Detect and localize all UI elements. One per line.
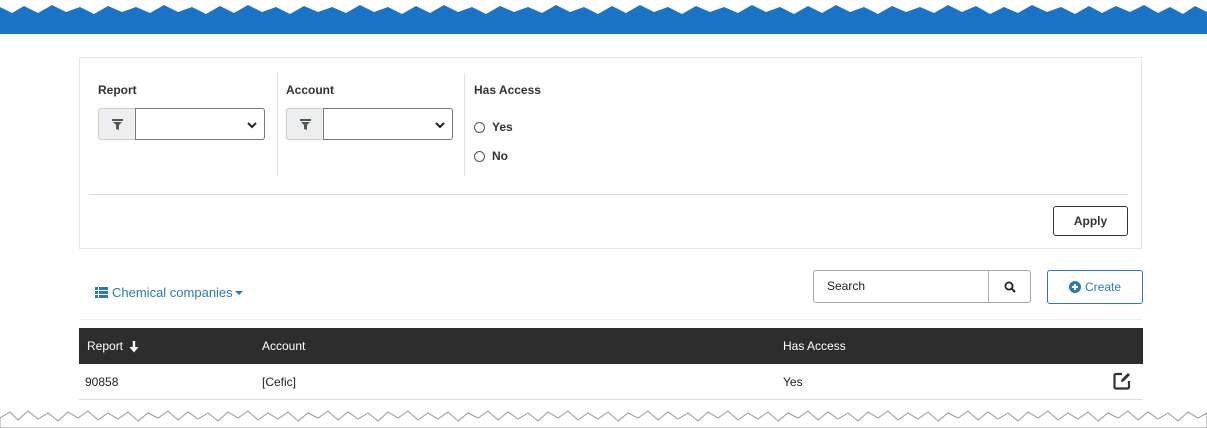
radio-no-circle[interactable] — [474, 150, 485, 162]
account-filter-control — [286, 108, 453, 140]
plus-circle-icon — [1068, 281, 1081, 293]
has-access-filter: Has Access Yes No — [474, 58, 674, 175]
cell-has-access: Yes — [783, 375, 803, 389]
torn-paper-bottom — [0, 410, 1207, 428]
radio-no-label: No — [492, 149, 508, 163]
apply-button[interactable]: Apply — [1053, 206, 1128, 236]
caret-down-icon — [234, 291, 243, 295]
search-button[interactable] — [988, 270, 1031, 303]
chevron-down-icon — [247, 122, 257, 129]
filter-divider — [277, 73, 278, 176]
report-filter: Report — [98, 58, 268, 175]
column-header-report-label: Report — [87, 339, 124, 353]
radio-yes-circle[interactable] — [474, 121, 485, 133]
magnifier-icon — [1004, 281, 1016, 293]
view-selector[interactable]: Chemical companies — [95, 284, 243, 300]
filter-divider — [464, 73, 465, 176]
chevron-down-icon — [435, 122, 445, 129]
report-filter-funnel-button[interactable] — [98, 108, 135, 140]
view-selector-label: Chemical companies — [112, 284, 233, 300]
create-button-label: Create — [1084, 280, 1122, 294]
column-header-has-access[interactable]: Has Access — [783, 328, 846, 364]
search-input[interactable]: Search — [813, 270, 988, 303]
account-select[interactable] — [323, 108, 453, 140]
filter-separator — [89, 194, 1128, 195]
cell-report: 90858 — [85, 375, 119, 389]
filter-panel: Report Account Has Access Yes No Apply — [79, 57, 1142, 249]
table-header: Report Account Has Access — [79, 328, 1143, 364]
toolbar-divider — [79, 319, 1142, 320]
torn-paper-top — [0, 0, 1207, 34]
edit-icon[interactable] — [1113, 372, 1131, 390]
account-filter: Account — [286, 58, 456, 175]
column-header-report[interactable]: Report — [87, 328, 139, 364]
cell-account: [Cefic] — [262, 375, 297, 389]
report-filter-control — [98, 108, 265, 140]
column-header-account[interactable]: Account — [262, 328, 305, 364]
list-icon — [95, 286, 108, 298]
account-filter-funnel-button[interactable] — [286, 108, 323, 140]
sort-down-arrow-icon — [129, 340, 139, 353]
funnel-icon — [111, 118, 123, 130]
report-select[interactable] — [135, 108, 265, 140]
has-access-filter-label: Has Access — [474, 83, 541, 97]
create-button[interactable]: Create — [1047, 270, 1143, 304]
table-row: 90858 [Cefic] Yes — [79, 364, 1143, 400]
radio-yes[interactable]: Yes — [474, 119, 513, 135]
funnel-icon — [299, 118, 311, 130]
radio-yes-label: Yes — [492, 120, 513, 134]
radio-no[interactable]: No — [474, 148, 508, 164]
report-filter-label: Report — [98, 83, 137, 97]
account-filter-label: Account — [286, 83, 334, 97]
